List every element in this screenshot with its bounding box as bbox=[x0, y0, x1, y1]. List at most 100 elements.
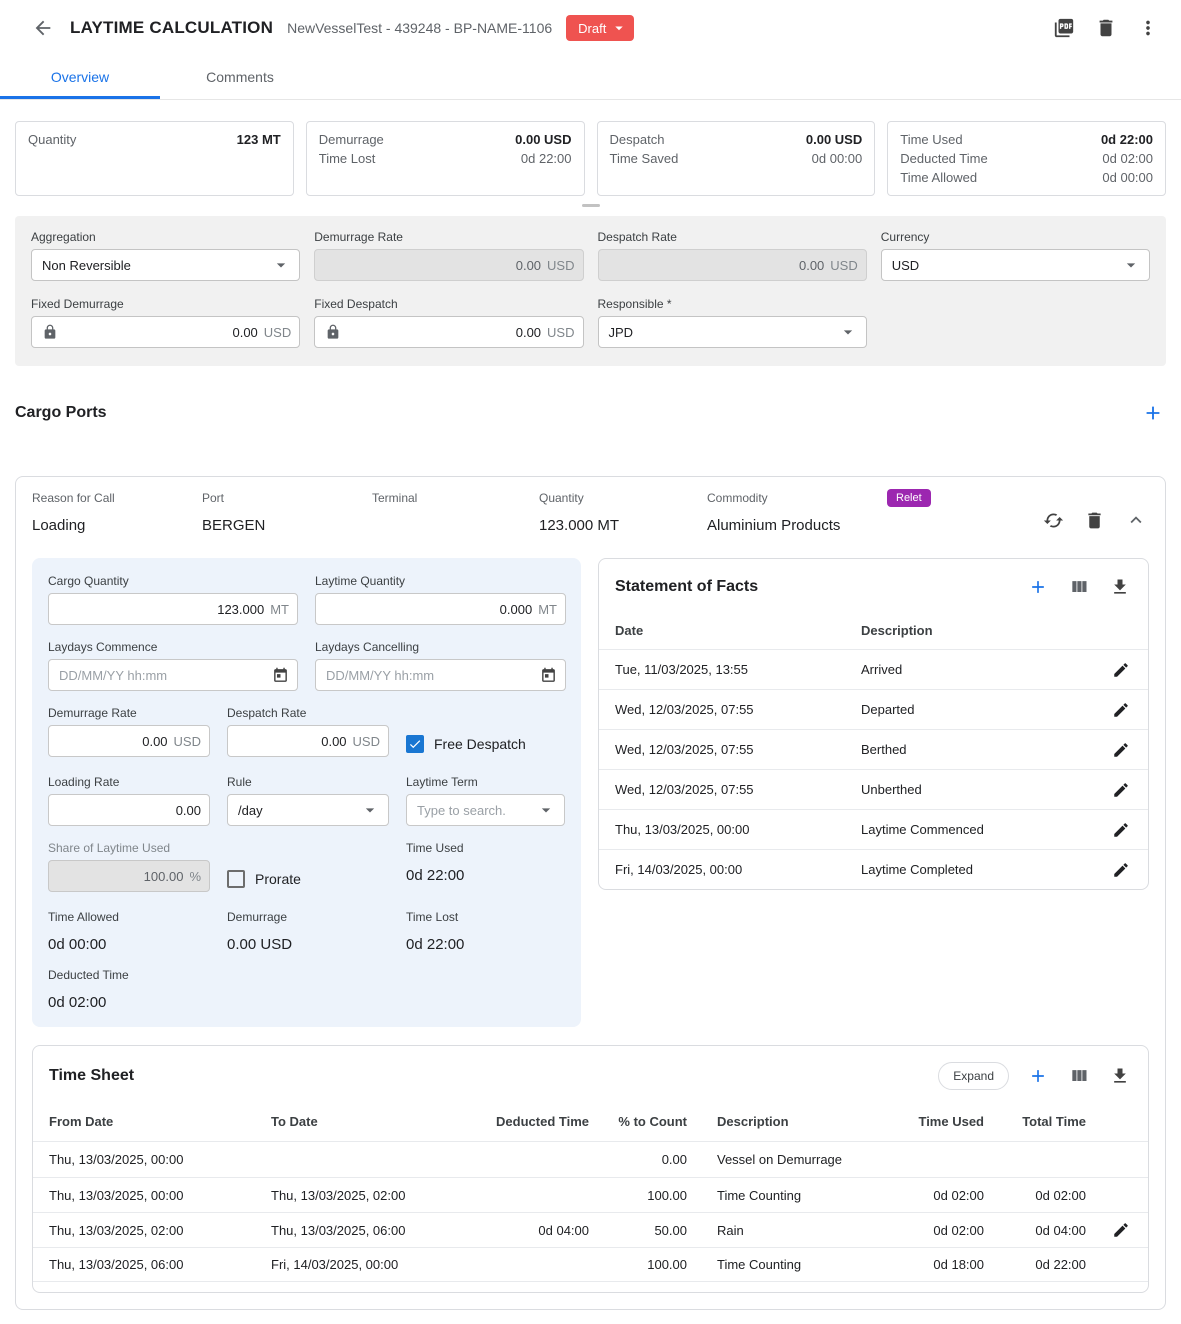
calendar-icon[interactable] bbox=[540, 667, 557, 684]
fixed-despatch-input[interactable]: 0.00USD bbox=[314, 316, 583, 348]
chevron-down-icon bbox=[271, 255, 291, 275]
sof-date-cell: Fri, 14/03/2025, 00:00 bbox=[615, 862, 861, 877]
collapse-port-button[interactable] bbox=[1123, 507, 1149, 533]
back-button[interactable] bbox=[30, 15, 56, 41]
laydays-commence-input[interactable]: DD/MM/YY hh:mm bbox=[48, 659, 298, 691]
tab-overview[interactable]: Overview bbox=[0, 56, 160, 99]
sof-description-cell: Unberthed bbox=[861, 782, 1096, 797]
loading-rate-input[interactable]: 0.00 bbox=[48, 794, 210, 826]
ts-description-cell: Vessel on Demurrage bbox=[687, 1152, 884, 1167]
cargo-ports-title: Cargo Ports bbox=[15, 404, 107, 422]
add-port-button[interactable] bbox=[1140, 400, 1166, 426]
chevron-down-icon bbox=[360, 800, 380, 820]
responsible-value: JPD bbox=[609, 325, 634, 340]
summary-value: 0d 22:00 bbox=[1101, 130, 1153, 149]
ts-col-deducted-time: Deducted Time bbox=[471, 1114, 589, 1129]
summary-label: Quantity bbox=[28, 130, 76, 149]
demurrage-display: Demurrage 0.00 USD bbox=[227, 910, 389, 953]
sof-description-cell: Departed bbox=[861, 702, 1096, 717]
timesheet-download-button[interactable] bbox=[1108, 1064, 1132, 1088]
prorate-checkbox[interactable]: Prorate bbox=[227, 863, 389, 895]
rule-label: Rule bbox=[227, 775, 389, 789]
sof-columns-button[interactable] bbox=[1067, 575, 1091, 599]
pencil-icon bbox=[1112, 741, 1130, 759]
expand-button[interactable]: Expand bbox=[938, 1062, 1009, 1090]
currency-select[interactable]: USD bbox=[881, 249, 1150, 281]
sof-add-button[interactable] bbox=[1026, 575, 1050, 599]
sof-row: Wed, 12/03/2025, 07:55 Departed bbox=[599, 689, 1148, 729]
plus-icon bbox=[1028, 1066, 1048, 1086]
sof-row: Wed, 12/03/2025, 07:55 Unberthed bbox=[599, 769, 1148, 809]
summary-label: Despatch bbox=[610, 130, 665, 149]
recalculate-button[interactable] bbox=[1041, 508, 1066, 533]
more-options-button[interactable] bbox=[1135, 15, 1161, 41]
edit-row-button[interactable] bbox=[1110, 859, 1132, 881]
laytime-term-label: Laytime Term bbox=[406, 775, 565, 789]
fixed-demurrage-input[interactable]: 0.00USD bbox=[31, 316, 300, 348]
ts-description-cell: Time Counting bbox=[687, 1188, 884, 1203]
sof-description-cell: Arrived bbox=[861, 662, 1096, 677]
kebab-menu-icon bbox=[1137, 17, 1159, 39]
free-despatch-checkbox[interactable]: Free Despatch bbox=[406, 728, 565, 760]
chevron-down-icon bbox=[1121, 255, 1141, 275]
currency-label: Currency bbox=[881, 230, 1150, 244]
pdf-icon bbox=[1053, 17, 1075, 39]
calendar-icon[interactable] bbox=[272, 667, 289, 684]
edit-row-button[interactable] bbox=[1110, 699, 1132, 721]
timesheet-add-button[interactable] bbox=[1026, 1064, 1050, 1088]
detail-despatch-rate-input[interactable]: 0.00USD bbox=[227, 725, 389, 757]
loading-rate-label: Loading Rate bbox=[48, 775, 210, 789]
edit-row-button[interactable] bbox=[1110, 659, 1132, 681]
laytime-term-select[interactable]: Type to search. bbox=[406, 794, 565, 826]
laydays-cancelling-label: Laydays Cancelling bbox=[315, 640, 566, 654]
summary-card-demurrage: Demurrage0.00 USD Time Lost0d 22:00 bbox=[306, 121, 585, 196]
ts-description-cell: Time Counting bbox=[687, 1257, 884, 1272]
detail-demurrage-rate-input[interactable]: 0.00USD bbox=[48, 725, 210, 757]
time-sheet-title: Time Sheet bbox=[49, 1067, 134, 1085]
edit-row-button[interactable] bbox=[1110, 779, 1132, 801]
delete-port-button[interactable] bbox=[1082, 508, 1107, 533]
sof-row: Tue, 11/03/2025, 13:55 Arrived bbox=[599, 649, 1148, 689]
sof-description-cell: Berthed bbox=[861, 742, 1096, 757]
time-allowed-display: Time Allowed 0d 00:00 bbox=[48, 910, 210, 953]
responsible-select[interactable]: JPD bbox=[598, 316, 867, 348]
laytime-quantity-input[interactable]: 0.000MT bbox=[315, 593, 566, 625]
chevron-up-icon bbox=[1125, 509, 1147, 531]
rule-select[interactable]: /day bbox=[227, 794, 389, 826]
lock-icon bbox=[325, 324, 341, 340]
fixed-demurrage-value: 0.00 bbox=[232, 325, 257, 340]
edit-row-button[interactable] bbox=[1110, 1219, 1132, 1241]
export-pdf-button[interactable] bbox=[1051, 15, 1077, 41]
pencil-icon bbox=[1112, 1221, 1130, 1239]
ts-from-date-cell: Thu, 13/03/2025, 00:00 bbox=[49, 1152, 271, 1167]
collapse-handle[interactable] bbox=[582, 204, 600, 207]
edit-row-button[interactable] bbox=[1110, 739, 1132, 761]
summary-value: 123 MT bbox=[237, 130, 281, 149]
summary-value: 0d 00:00 bbox=[1102, 168, 1153, 187]
sof-row: Wed, 12/03/2025, 07:55 Berthed bbox=[599, 729, 1148, 769]
aggregation-select[interactable]: Non Reversible bbox=[31, 249, 300, 281]
tab-comments[interactable]: Comments bbox=[160, 56, 320, 99]
port-commodity: Commodity Aluminium Products bbox=[707, 491, 877, 534]
sof-download-button[interactable] bbox=[1108, 575, 1132, 599]
plus-icon bbox=[1142, 402, 1164, 424]
sof-col-description: Description bbox=[861, 623, 1096, 638]
caret-down-icon bbox=[610, 19, 628, 37]
timesheet-table-body: Thu, 13/03/2025, 00:00 0.00 Vessel on De… bbox=[33, 1142, 1148, 1282]
delete-button[interactable] bbox=[1093, 15, 1119, 41]
timesheet-columns-button[interactable] bbox=[1067, 1064, 1091, 1088]
plus-icon bbox=[1028, 577, 1048, 597]
laydays-cancelling-input[interactable]: DD/MM/YY hh:mm bbox=[315, 659, 566, 691]
edit-row-button[interactable] bbox=[1110, 819, 1132, 841]
sof-date-cell: Wed, 12/03/2025, 07:55 bbox=[615, 742, 861, 757]
status-badge[interactable]: Draft bbox=[566, 15, 634, 41]
currency-value: USD bbox=[892, 258, 919, 273]
timesheet-row: Thu, 13/03/2025, 02:00 Thu, 13/03/2025, … bbox=[33, 1212, 1148, 1247]
timesheet-row: Thu, 13/03/2025, 00:00 0.00 Vessel on De… bbox=[33, 1142, 1148, 1177]
sof-title: Statement of Facts bbox=[615, 578, 758, 596]
timesheet-row: Thu, 13/03/2025, 06:00 Fri, 14/03/2025, … bbox=[33, 1247, 1148, 1282]
cargo-quantity-input[interactable]: 123.000MT bbox=[48, 593, 298, 625]
ts-total-time-cell: 0d 02:00 bbox=[984, 1188, 1086, 1203]
demurrage-rate-value: 0.00 bbox=[516, 258, 541, 273]
sof-table-body: Tue, 11/03/2025, 13:55 Arrived Wed, 12/0… bbox=[599, 649, 1148, 889]
